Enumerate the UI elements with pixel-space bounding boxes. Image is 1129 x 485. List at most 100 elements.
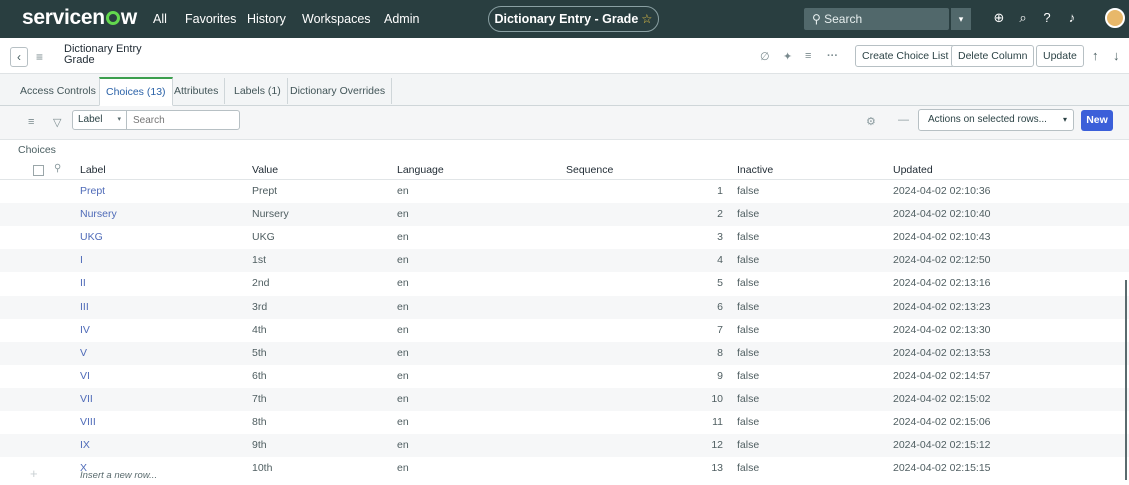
table-row[interactable]: X 10th en 13 false 2024-04-02 02:15:15 bbox=[0, 457, 1129, 480]
tab-access-controls[interactable]: Access Controls bbox=[14, 78, 103, 104]
cell-label[interactable]: UKG bbox=[80, 231, 103, 243]
cell-sequence: 8 bbox=[717, 346, 723, 359]
insert-row-link[interactable]: Insert a new row... bbox=[80, 470, 157, 481]
cell-value: 3rd bbox=[252, 300, 268, 313]
servicenow-logo[interactable]: servicen w bbox=[22, 6, 137, 30]
cell-inactive: false bbox=[737, 416, 760, 428]
cell-sequence: 6 bbox=[717, 300, 723, 313]
cell-sequence: 1 bbox=[717, 185, 723, 197]
cell-value: 7th bbox=[252, 392, 267, 405]
column-header-sequence[interactable]: Sequence bbox=[566, 164, 613, 176]
nav-favorites[interactable]: Favorites bbox=[185, 12, 236, 26]
cell-language: en bbox=[397, 416, 409, 428]
cell-label[interactable]: I bbox=[80, 254, 83, 266]
table-row[interactable]: II 2nd en 5 false 2024-04-02 02:13:16 bbox=[0, 272, 1129, 295]
column-search-icon[interactable]: ⚲ bbox=[54, 163, 61, 174]
tab-attributes[interactable]: Attributes bbox=[168, 78, 226, 104]
cell-label[interactable]: IV bbox=[80, 324, 90, 336]
table-row[interactable]: IV 4th en 7 false 2024-04-02 02:13:30 bbox=[0, 319, 1129, 342]
global-search-input[interactable]: ⚲ Search bbox=[804, 8, 949, 30]
table-row[interactable]: VIII 8th en 11 false 2024-04-02 02:15:06 bbox=[0, 411, 1129, 434]
cell-label[interactable]: VIII bbox=[80, 416, 96, 428]
table-row[interactable]: IX 9th en 12 false 2024-04-02 02:15:12 bbox=[0, 434, 1129, 458]
up-arrow-icon[interactable]: ↑ bbox=[1092, 48, 1099, 63]
attachment-icon[interactable]: ∅ bbox=[760, 50, 770, 63]
nav-workspaces[interactable]: Workspaces bbox=[302, 12, 371, 26]
select-all-checkbox[interactable] bbox=[33, 165, 44, 176]
column-header-language[interactable]: Language bbox=[397, 164, 444, 176]
cell-label[interactable]: VI bbox=[80, 370, 90, 382]
filter-icon[interactable]: ▽ bbox=[53, 116, 61, 129]
gear-icon[interactable]: ⚙ bbox=[866, 115, 876, 128]
cell-inactive: false bbox=[737, 369, 760, 382]
cell-inactive: false bbox=[737, 462, 760, 475]
cell-inactive: false bbox=[737, 277, 760, 290]
cell-value: 8th bbox=[252, 416, 267, 428]
nav-history[interactable]: History bbox=[247, 12, 286, 26]
scrollbar[interactable] bbox=[1125, 280, 1127, 480]
chat-icon[interactable]: ⌕ bbox=[1016, 11, 1030, 25]
table-row[interactable]: III 3rd en 6 false 2024-04-02 02:13:23 bbox=[0, 295, 1129, 319]
down-arrow-icon[interactable]: ↓ bbox=[1113, 48, 1120, 63]
user-avatar[interactable] bbox=[1105, 8, 1125, 28]
create-choice-list-button[interactable]: Create Choice List bbox=[855, 45, 956, 67]
cell-inactive: false bbox=[737, 323, 760, 336]
context-pill[interactable]: Dictionary Entry - Grade ☆ bbox=[488, 6, 659, 32]
cell-value: UKG bbox=[252, 231, 275, 244]
actions-select[interactable]: Actions on selected rows... ▾ bbox=[918, 109, 1074, 131]
collapse-icon[interactable]: — bbox=[898, 114, 909, 126]
cell-label[interactable]: II bbox=[80, 277, 86, 289]
globe-icon[interactable]: ⊕ bbox=[992, 11, 1006, 25]
table-row[interactable]: V 5th en 8 false 2024-04-02 02:13:53 bbox=[0, 341, 1129, 365]
help-icon[interactable]: ? bbox=[1040, 11, 1054, 25]
back-button[interactable]: ‹ bbox=[10, 47, 28, 67]
column-header-value[interactable]: Value bbox=[252, 164, 278, 176]
nav-all[interactable]: All bbox=[153, 12, 167, 26]
nav-admin[interactable]: Admin bbox=[384, 12, 419, 26]
settings-sliders-icon[interactable]: ≡ bbox=[805, 50, 811, 62]
cell-language: en bbox=[397, 369, 409, 382]
tab-choices[interactable]: Choices (13) bbox=[99, 77, 173, 106]
cell-sequence: 12 bbox=[711, 439, 723, 452]
cell-label[interactable]: VII bbox=[80, 393, 93, 405]
table-row[interactable]: Nursery Nursery en 2 false 2024-04-02 02:10:4… bbox=[0, 203, 1129, 227]
column-header-inactive[interactable]: Inactive bbox=[737, 164, 773, 176]
form-menu-icon[interactable]: ≡ bbox=[36, 50, 43, 64]
activity-icon[interactable]: ✦ bbox=[783, 50, 792, 63]
table-row[interactable]: I 1st en 4 false 2024-04-02 02:12:50 bbox=[0, 249, 1129, 273]
table-row[interactable]: UKG UKG en 3 false 2024-04-02 02:10:43 bbox=[0, 226, 1129, 249]
search-scope-dropdown[interactable]: ▾ bbox=[951, 8, 971, 30]
new-button[interactable]: New bbox=[1081, 110, 1113, 131]
update-button[interactable]: Update bbox=[1036, 45, 1084, 67]
cell-label[interactable]: Nursery bbox=[80, 208, 117, 220]
table-row[interactable]: Prept Prept en 1 false 2024-04-02 02:10:36 bbox=[0, 180, 1129, 203]
bell-icon[interactable]: ♪ bbox=[1065, 11, 1079, 25]
cell-label[interactable]: III bbox=[80, 301, 89, 313]
record-name: Grade bbox=[64, 54, 95, 66]
favorite-star-icon[interactable]: ☆ bbox=[641, 12, 652, 26]
tab-labels[interactable]: Labels (1) bbox=[228, 78, 288, 104]
cell-updated: 2024-04-02 02:15:02 bbox=[893, 392, 991, 405]
delete-column-button[interactable]: Delete Column bbox=[951, 45, 1035, 67]
cell-label[interactable]: IX bbox=[80, 439, 90, 451]
column-header-updated[interactable]: Updated bbox=[893, 164, 933, 176]
cell-label[interactable]: Prept bbox=[80, 185, 105, 197]
cell-sequence: 3 bbox=[717, 231, 723, 244]
cell-label[interactable]: V bbox=[80, 347, 87, 359]
list-menu-icon[interactable]: ≡ bbox=[28, 116, 34, 128]
column-header-label[interactable]: Label bbox=[80, 164, 106, 176]
cell-inactive: false bbox=[737, 231, 760, 244]
tab-dictionary-overrides[interactable]: Dictionary Overrides bbox=[284, 78, 393, 104]
more-icon[interactable]: ··· bbox=[827, 50, 838, 62]
table-row[interactable]: VII 7th en 10 false 2024-04-02 02:15:02 bbox=[0, 387, 1129, 411]
record-title: Dictionary Entry Grade bbox=[64, 44, 142, 66]
table-caption: Choices bbox=[18, 144, 56, 156]
cell-inactive: false bbox=[737, 254, 760, 267]
add-row-icon[interactable]: + bbox=[30, 466, 38, 481]
cell-value: Prept bbox=[252, 185, 278, 197]
list-search-input[interactable] bbox=[126, 110, 240, 130]
search-field-select[interactable]: Label ▾ bbox=[72, 110, 127, 130]
table-row[interactable]: VI 6th en 9 false 2024-04-02 02:14:57 bbox=[0, 365, 1129, 388]
cell-value: 4th bbox=[252, 323, 267, 336]
cell-updated: 2024-04-02 02:13:16 bbox=[893, 277, 991, 290]
